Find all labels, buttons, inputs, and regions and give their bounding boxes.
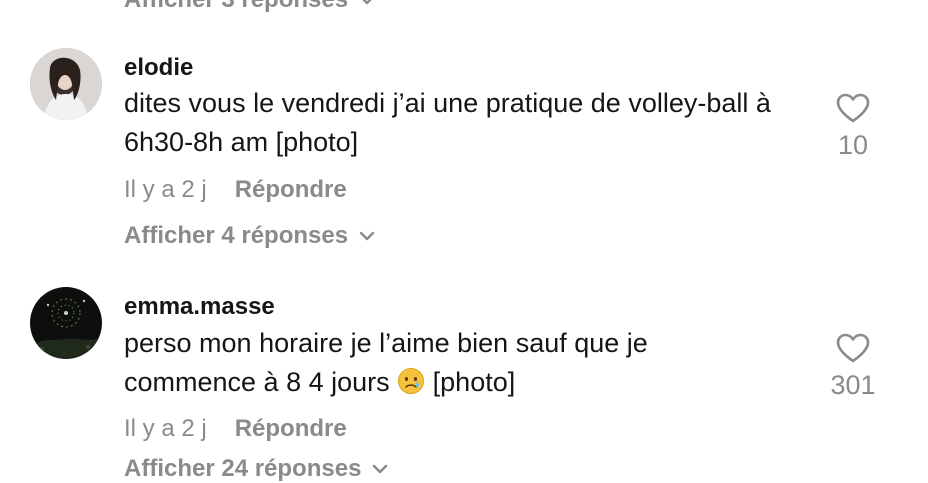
comment-username[interactable]: elodie	[124, 54, 193, 82]
heart-outline-icon[interactable]	[835, 332, 871, 364]
avatar-photo	[30, 48, 102, 120]
avatar[interactable]	[30, 48, 102, 120]
comment-text-suffix: [photo]	[432, 367, 516, 397]
comment-meta: Il y a 2 j Répondre	[124, 415, 347, 443]
view-replies-label: Afficher 3 réponses	[124, 0, 348, 14]
avatar[interactable]	[30, 287, 102, 359]
like-column: 10	[818, 92, 888, 161]
chevron-down-icon	[359, 231, 375, 241]
heart-outline-icon[interactable]	[835, 92, 871, 124]
comment-list: Afficher 3 réponses elodie dites vous le…	[0, 0, 928, 482]
chevron-down-icon	[373, 464, 388, 474]
view-replies-button[interactable]: Afficher 24 réponses	[124, 455, 389, 483]
like-column: 301	[818, 332, 888, 401]
comment-username[interactable]: emma.masse	[124, 293, 275, 321]
reply-button[interactable]: Répondre	[235, 415, 347, 442]
comment-timestamp: Il y a 2 j	[124, 415, 207, 442]
view-replies-button[interactable]: Afficher 4 réponses	[124, 222, 376, 250]
view-replies-label: Afficher 24 réponses	[124, 455, 362, 482]
comment-meta: Il y a 2 j Répondre	[124, 176, 347, 204]
avatar-photo	[30, 287, 102, 359]
comment-timestamp: Il y a 2 j	[124, 176, 207, 203]
comment-text: dites vous le vendredi j’ai une pratique…	[124, 88, 771, 157]
view-replies-button[interactable]: Afficher 3 réponses	[124, 0, 376, 14]
comment-text: perso mon horaire je l’aime bien sauf qu…	[124, 324, 784, 402]
like-count: 301	[830, 370, 876, 400]
crying-face-emoji	[398, 368, 425, 394]
comment-text-main: perso mon horaire je l’aime bien sauf qu…	[124, 328, 648, 397]
like-count: 10	[837, 130, 869, 160]
view-replies-label: Afficher 4 réponses	[124, 222, 349, 249]
reply-button[interactable]: Répondre	[235, 176, 347, 203]
chevron-down-icon	[362, 0, 372, 5]
